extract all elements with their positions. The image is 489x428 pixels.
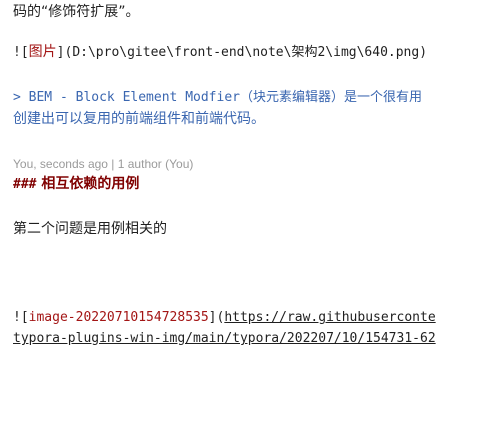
blockquote-marker: >: [13, 90, 21, 105]
text-line: 第二个问题是用例相关的: [13, 219, 167, 239]
image-link-line: ![图片](D:\pro\gitee\front-end\note\架构2\im…: [13, 42, 427, 62]
blockquote-text: BEM - Block Element Modfier（块元素编辑器）是一个很有…: [28, 90, 422, 105]
heading-line: ### 相互依赖的用例: [13, 174, 139, 194]
image-url-continued[interactable]: typora-plugins-win-img/main/typora/20220…: [13, 331, 436, 346]
paragraph-text: 码的“修饰符扩展”。: [13, 4, 140, 20]
image-path[interactable]: D:\pro\gitee\front-end\note\架构2\img\640.…: [72, 45, 419, 60]
image-url[interactable]: https://raw.githubuserconte: [224, 310, 435, 325]
image-open-bracket: ![: [13, 45, 29, 60]
paragraph-text: 第二个问题是用例相关的: [13, 221, 167, 237]
git-blame-annotation[interactable]: You, seconds ago | 1 author (You): [13, 154, 193, 174]
text-line: 码的“修饰符扩展”。: [13, 2, 140, 22]
blame-text[interactable]: You, seconds ago | 1 author (You): [13, 157, 193, 171]
image-url-wrap-line: typora-plugins-win-img/main/typora/20220…: [13, 329, 436, 349]
markdown-editor[interactable]: 码的“修饰符扩展”。 ![图片](D:\pro\gitee\front-end\…: [0, 0, 489, 428]
image-mid-bracket: ](: [208, 310, 225, 325]
image-open-bracket: ![: [13, 310, 29, 325]
blockquote-line-wrap: 创建出可以复用的前端组件和前端代码。: [13, 109, 265, 129]
image-alt-text[interactable]: 图片: [29, 44, 57, 60]
heading-text: 相互依赖的用例: [41, 176, 140, 192]
heading-marker: ###: [13, 177, 37, 192]
image-mid-bracket: ](: [56, 45, 73, 60]
blockquote-text-continued: 创建出可以复用的前端组件和前端代码。: [13, 111, 265, 127]
image-close-bracket: ): [419, 45, 428, 60]
image-alt-text[interactable]: image-20220710154728535: [29, 310, 209, 325]
blockquote-line: > BEM - Block Element Modfier（块元素编辑器）是一个…: [13, 88, 422, 108]
image-link-line: ![image-20220710154728535](https://raw.g…: [13, 308, 436, 328]
